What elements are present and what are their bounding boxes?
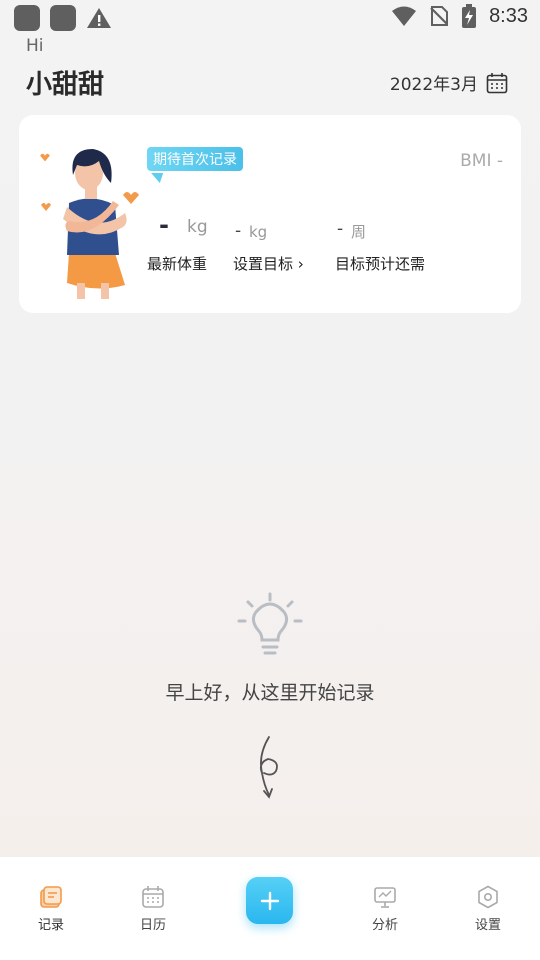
self-hug-illustration	[40, 149, 139, 299]
empty-state-message: 早上好，从这里开始记录	[165, 682, 375, 704]
nav-record[interactable]: 记录	[11, 885, 91, 933]
calendar-icon	[486, 72, 508, 93]
nav-analysis-label: 分析	[371, 918, 398, 933]
nav-calendar-label: 日历	[139, 918, 166, 933]
record-icon	[40, 886, 62, 908]
plus-icon	[260, 891, 279, 910]
eta-weeks-unit: 周	[351, 223, 367, 241]
badge-tail	[151, 173, 167, 183]
month-picker[interactable]: 2022年3月	[390, 70, 508, 95]
weight-summary-card[interactable]: 期待首次记录 BMI - - kg - kg - 周 最新体重 设置目标 › 目…	[19, 115, 521, 313]
settings-icon	[478, 885, 498, 909]
target-weight-value: -	[235, 221, 242, 241]
latest-weight-value: -	[159, 211, 169, 239]
warning-icon	[87, 8, 111, 28]
greeting-hi: Hi	[26, 36, 44, 56]
latest-weight-unit: kg	[187, 217, 208, 237]
first-record-badge: 期待首次记录	[147, 147, 243, 171]
battery-charging-icon	[462, 4, 477, 28]
add-record-button[interactable]	[246, 877, 293, 924]
bmi-value: BMI -	[460, 151, 503, 171]
status-time: 8:33	[489, 4, 528, 27]
set-target-label: 设置目标	[233, 255, 294, 273]
nav-settings[interactable]: 设置	[448, 885, 528, 933]
user-name: 小甜甜	[26, 70, 105, 100]
nav-record-label: 记录	[37, 918, 64, 933]
latest-weight-label: 最新体重	[147, 255, 208, 273]
hand-drawn-arrow-icon	[259, 736, 278, 799]
month-label: 2022年3月	[389, 75, 478, 95]
nav-settings-label: 设置	[474, 918, 501, 933]
chevron-right-icon: ›	[297, 255, 304, 273]
nav-calendar[interactable]: 日历	[113, 885, 193, 933]
eta-label: 目标预计还需	[335, 255, 426, 273]
target-weight-unit: kg	[249, 223, 268, 241]
lightbulb-icon	[237, 592, 303, 655]
notification-icon	[50, 5, 76, 31]
bottom-navigation: 记录 日历 分析 设置	[0, 857, 540, 960]
set-target-link[interactable]: 设置目标 ›	[233, 253, 304, 274]
eta-weeks-value: -	[337, 219, 344, 239]
no-sim-icon	[430, 6, 449, 26]
notification-icon	[14, 5, 40, 31]
nav-analysis[interactable]: 分析	[345, 885, 425, 933]
status-bar: 8:33	[0, 0, 540, 36]
wifi-icon	[392, 6, 417, 26]
analysis-icon	[374, 887, 396, 908]
calendar-icon	[142, 886, 164, 908]
